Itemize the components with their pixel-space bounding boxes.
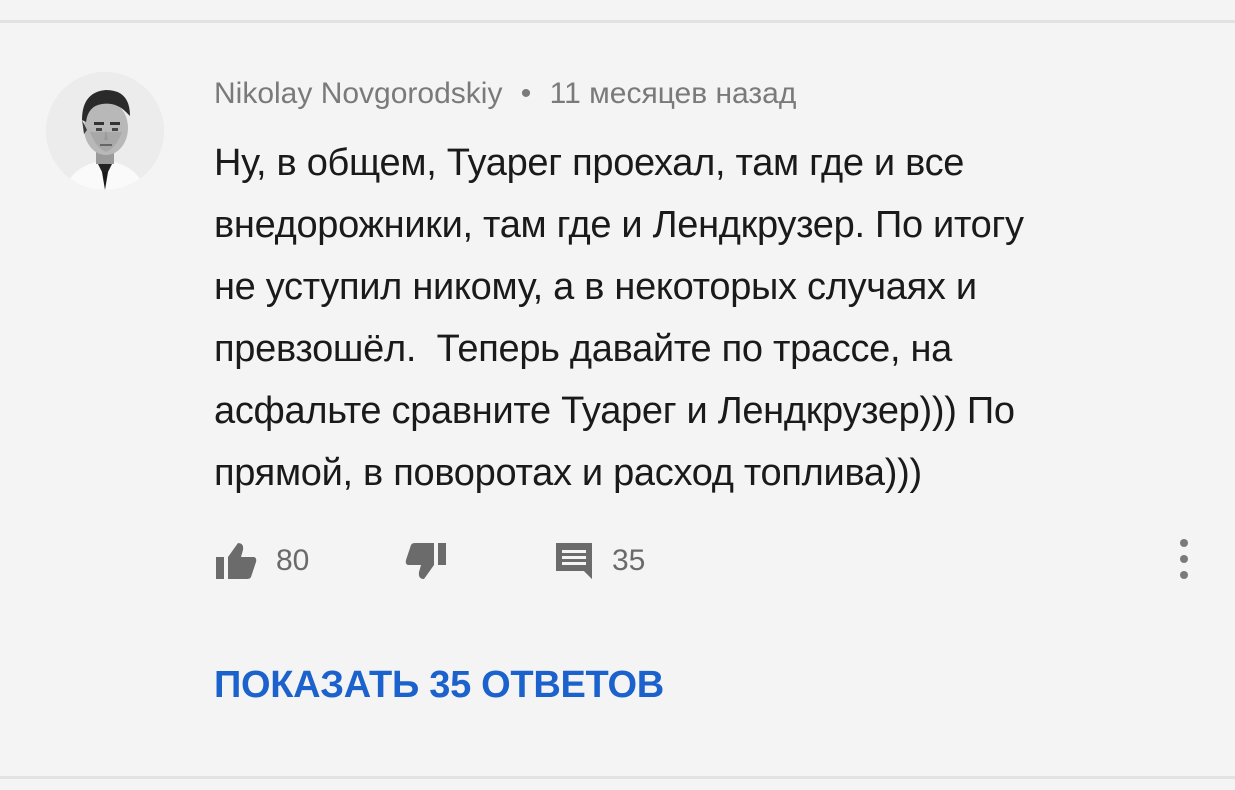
reply-button[interactable]: 35 xyxy=(554,536,645,586)
thumbs-up-icon[interactable] xyxy=(214,541,258,581)
avatar[interactable] xyxy=(46,72,164,190)
like-button[interactable]: 80 xyxy=(214,536,309,586)
comment-meta: Nikolay Novgorodskiy • 11 месяцев назад xyxy=(214,74,796,114)
top-divider xyxy=(0,20,1235,23)
author-name[interactable]: Nikolay Novgorodskiy xyxy=(214,77,502,110)
comment-time[interactable]: 11 месяцев назад xyxy=(550,77,797,110)
reply-count: 35 xyxy=(612,544,646,577)
thumbs-down-icon[interactable] xyxy=(404,541,448,581)
like-count: 80 xyxy=(276,544,310,577)
show-replies-button[interactable]: ПОКАЗАТЬ 35 ОТВЕТОВ xyxy=(214,664,664,707)
comment-icon[interactable] xyxy=(554,541,594,581)
more-vertical-icon[interactable] xyxy=(1178,537,1190,586)
more-options-button[interactable] xyxy=(1166,536,1202,586)
dislike-button[interactable] xyxy=(404,536,448,586)
bottom-divider xyxy=(0,776,1235,779)
comment-actions: 80 35 xyxy=(214,536,1204,586)
meta-separator: • xyxy=(520,77,532,110)
comment-text: Ну, в общем, Туарег проехал, там где и в… xyxy=(214,142,1024,494)
